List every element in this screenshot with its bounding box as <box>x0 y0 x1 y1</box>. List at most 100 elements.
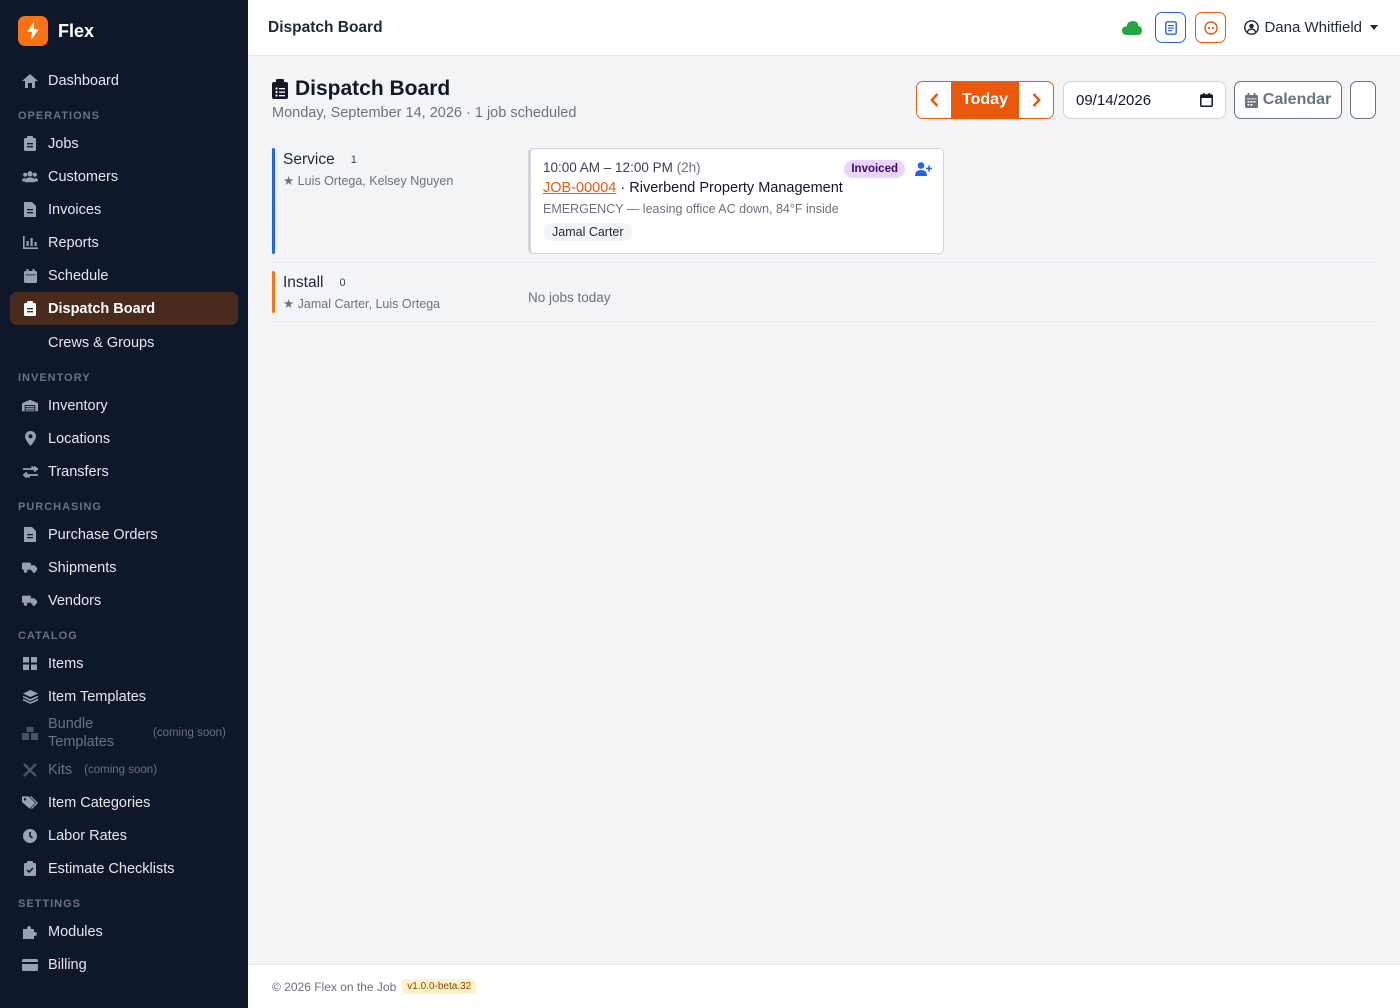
sidebar-item-items[interactable]: Items <box>0 647 248 680</box>
status-badge: Invoiced <box>844 160 905 178</box>
grid-icon <box>22 656 38 672</box>
job-description: EMERGENCY — leasing office AC down, 84°F… <box>543 202 839 216</box>
sidebar: Flex Dashboard OPERATIONS Jobs Customers… <box>0 0 248 1008</box>
calendar-button-label: Calendar <box>1262 91 1332 108</box>
lane-crew: ★ Jamal Carter, Luis Ortega <box>283 297 441 311</box>
sidebar-item-labor-rates[interactable]: Labor Rates <box>0 819 248 852</box>
job-duration: (2h) <box>676 160 701 175</box>
sidebar-item-label: Purchase Orders <box>48 526 158 543</box>
brand[interactable]: Flex <box>0 0 248 62</box>
clipboard-list-icon <box>22 301 38 317</box>
lane-install: Install 0 ★ Jamal Carter, Luis Ortega No… <box>272 271 1376 322</box>
clipboard-check-icon <box>22 861 38 877</box>
sidebar-item-inventory[interactable]: Inventory <box>0 389 248 422</box>
lane-header: Service 1 ★ Luis Ortega, Kelsey Nguyen <box>272 148 512 188</box>
sidebar-item-estimate-checklists[interactable]: Estimate Checklists <box>0 852 248 885</box>
sidebar-item-reports[interactable]: Reports <box>0 226 248 259</box>
clipboard-icon <box>22 136 38 152</box>
sidebar-item-label: Modules <box>48 923 103 940</box>
sidebar-item-label: Items <box>48 655 84 672</box>
topbar: Dispatch Board Dana Whitfield <box>248 0 1400 56</box>
chevron-right-icon <box>1032 93 1041 107</box>
day-navigation: Today <box>916 81 1054 119</box>
copyright: © 2026 Flex on the Job <box>272 979 397 994</box>
truck-icon <box>22 593 38 609</box>
sidebar-item-dashboard[interactable]: Dashboard <box>0 64 248 97</box>
sidebar-item-label: Customers <box>48 168 119 185</box>
sidebar-item-label: Locations <box>48 430 111 447</box>
sidebar-item-label: Crews & Groups <box>48 334 155 351</box>
calendar-picker-icon[interactable] <box>1200 93 1213 107</box>
boxes-icon <box>22 725 38 741</box>
more-button[interactable] <box>1350 81 1376 119</box>
invoice-icon <box>22 202 38 218</box>
footer: © 2026 Flex on the Job v1.0.0-beta.32 <box>248 964 1400 1008</box>
sidebar-item-purchase-orders[interactable]: Purchase Orders <box>0 518 248 551</box>
users-icon <box>22 169 38 185</box>
sidebar-item-customers[interactable]: Customers <box>0 160 248 193</box>
sidebar-item-billing[interactable]: Billing <box>0 948 248 981</box>
sidebar-item-label: Billing <box>48 956 87 973</box>
bar-chart-icon <box>22 235 38 251</box>
sidebar-item-label: Kits <box>48 761 73 778</box>
sidebar-item-vendors[interactable]: Vendors <box>0 584 248 617</box>
sidebar-item-label: Labor Rates <box>48 827 127 844</box>
section-purchasing: PURCHASING <box>18 501 102 513</box>
sidebar-item-kits: Kits (coming soon) <box>0 753 248 786</box>
sidebar-item-label: Inventory <box>48 397 108 414</box>
lane-name-text: Install <box>283 274 324 291</box>
sidebar-item-shipments[interactable]: Shipments <box>0 551 248 584</box>
date-input[interactable]: 09/14/2026 <box>1063 81 1226 119</box>
lane-name-text: Service <box>283 151 335 168</box>
page-subtitle: Monday, September 14, 2026 · 1 job sched… <box>272 105 577 121</box>
section-inventory: INVENTORY <box>18 372 91 384</box>
user-circle-icon <box>1244 20 1260 35</box>
job-number-link[interactable]: JOB-00004 <box>543 180 616 196</box>
next-day-button[interactable] <box>1019 82 1053 118</box>
user-plus-icon[interactable] <box>915 162 933 181</box>
bolt-icon <box>18 16 48 46</box>
clock-icon <box>22 828 38 844</box>
lane-job-count: 0 <box>339 277 346 289</box>
job-card[interactable]: 10:00 AM – 12:00 PM (2h) JOB-00004 · Riv… <box>528 148 944 254</box>
prev-day-button[interactable] <box>917 82 951 118</box>
chat-quote-icon <box>1204 20 1218 35</box>
sidebar-item-label: Dispatch Board <box>48 300 156 317</box>
sidebar-item-crews-groups[interactable]: Crews & Groups <box>0 326 248 359</box>
page-title-text: Dispatch Board <box>295 77 451 100</box>
sidebar-item-label: Schedule <box>48 267 109 284</box>
sidebar-item-transfers[interactable]: Transfers <box>0 455 248 488</box>
section-settings: SETTINGS <box>18 898 82 910</box>
sidebar-item-invoices[interactable]: Invoices <box>0 193 248 226</box>
section-catalog: CATALOG <box>18 630 78 642</box>
calendar-view-button[interactable]: Calendar <box>1234 81 1342 119</box>
lane-crew: ★ Luis Ortega, Kelsey Nguyen <box>283 174 454 188</box>
sidebar-item-dispatch-board[interactable]: Dispatch Board <box>10 292 238 325</box>
today-button[interactable]: Today <box>951 82 1019 118</box>
notes-button[interactable] <box>1155 12 1187 43</box>
date-value: 09/14/2026 <box>1076 91 1152 109</box>
sidebar-item-modules[interactable]: Modules <box>0 915 248 948</box>
feedback-button[interactable] <box>1195 12 1227 43</box>
coming-soon-label: (coming soon) <box>153 727 226 739</box>
sidebar-item-item-categories[interactable]: Item Categories <box>0 786 248 819</box>
tools-icon <box>22 762 38 778</box>
warehouse-icon <box>22 398 38 414</box>
brand-name: Flex <box>58 20 95 41</box>
sidebar-item-label: Jobs <box>48 135 79 152</box>
sidebar-item-schedule[interactable]: Schedule <box>0 259 248 292</box>
sidebar-item-jobs[interactable]: Jobs <box>0 127 248 160</box>
sidebar-item-locations[interactable]: Locations <box>0 422 248 455</box>
sidebar-item-item-templates[interactable]: Item Templates <box>0 680 248 713</box>
version-badge: v1.0.0-beta.32 <box>402 979 477 994</box>
truck-ramp-icon <box>22 560 38 576</box>
lane-name: Install 0 <box>283 274 512 292</box>
cloud-sync-icon[interactable] <box>1122 20 1143 35</box>
lane-header: Install 0 ★ Jamal Carter, Luis Ortega <box>272 271 512 311</box>
sidebar-item-bundle-templates: Bundle Templates (coming soon) <box>0 713 248 753</box>
sidebar-item-label: Estimate Checklists <box>48 860 175 877</box>
section-operations: OPERATIONS <box>18 110 100 122</box>
user-menu[interactable]: Dana Whitfield <box>1244 19 1378 36</box>
sidebar-item-label: Shipments <box>48 559 117 576</box>
user-name: Dana Whitfield <box>1264 19 1362 36</box>
